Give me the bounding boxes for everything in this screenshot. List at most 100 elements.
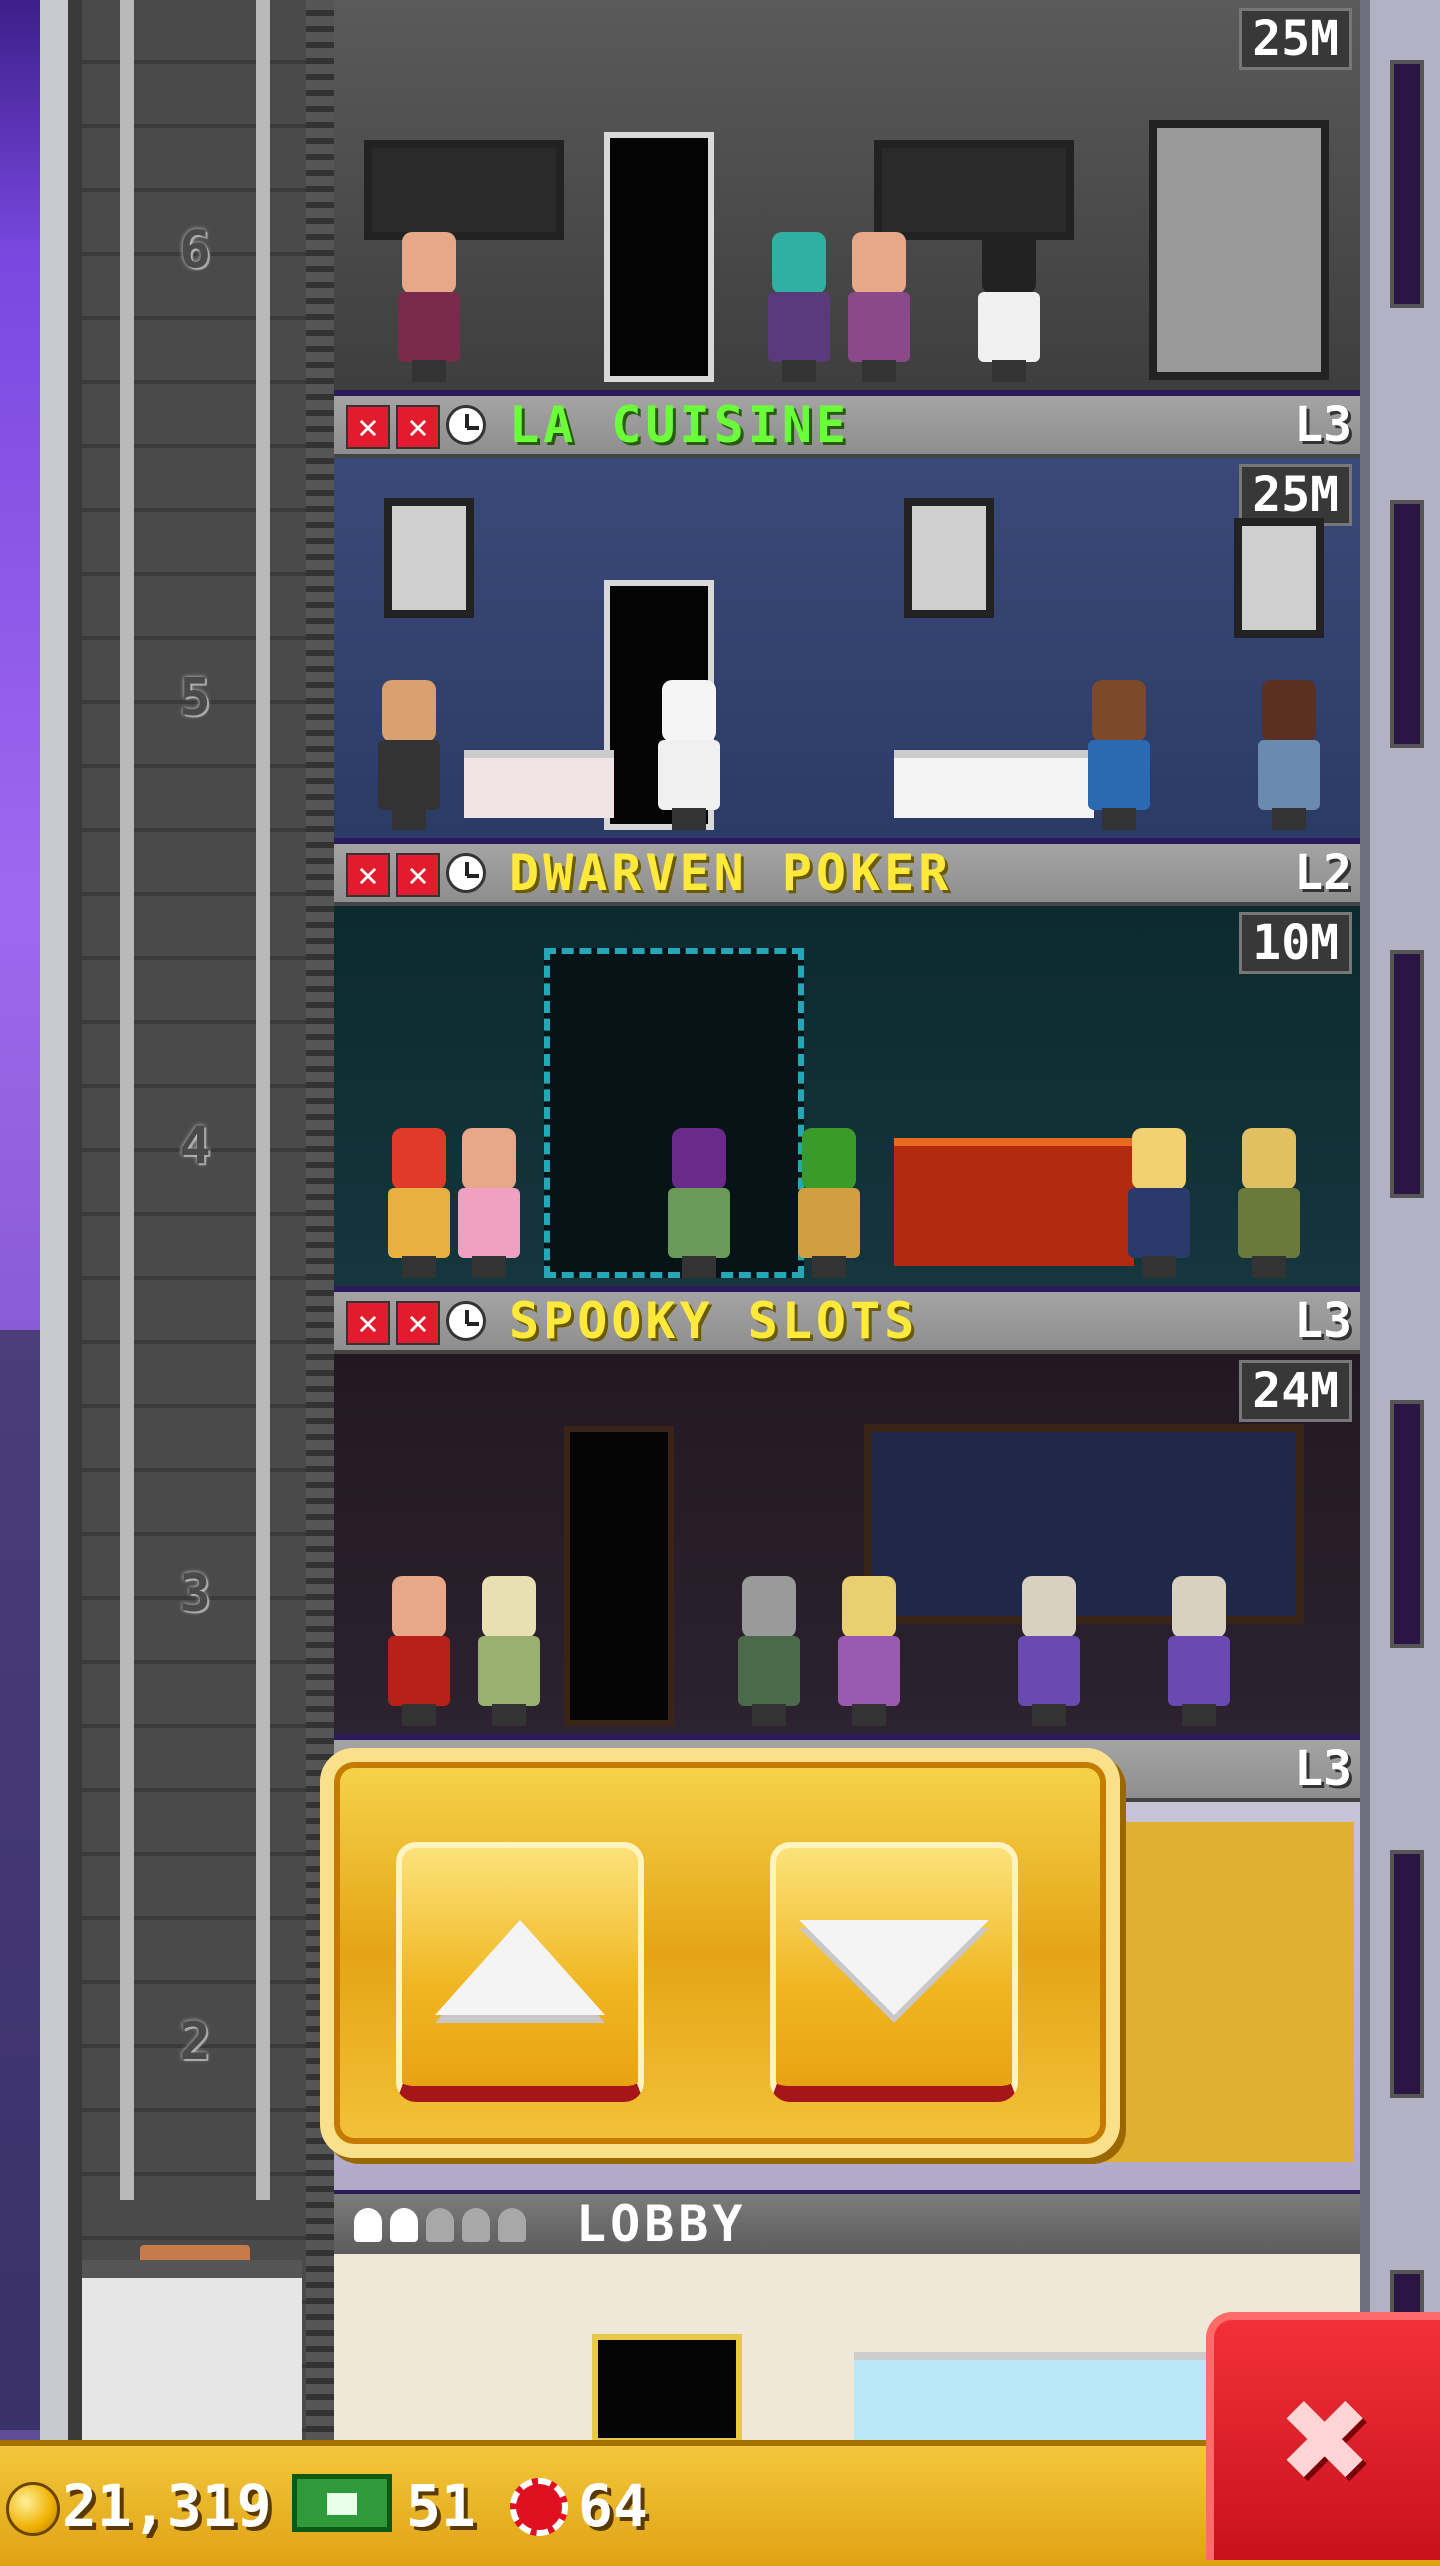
floor-number-2: 2 <box>179 2012 211 2072</box>
room-shelf <box>874 140 1074 240</box>
arrow-down-icon <box>799 1919 989 2015</box>
stock-empty-icon: ✕ <box>346 853 390 897</box>
resident[interactable] <box>374 680 444 830</box>
lobby-mirror <box>592 2334 742 2444</box>
stage-curtain <box>1094 1822 1354 2162</box>
wall-painting <box>384 498 474 618</box>
tower-window <box>1390 60 1424 308</box>
floor-la-cuisine[interactable]: ✕ ✕ LA CUISINE L3 25M <box>334 396 1360 844</box>
room-shelf <box>364 140 564 240</box>
floor-name: SPOOKY SLOTS <box>509 1292 919 1350</box>
resident[interactable] <box>474 1576 544 1726</box>
person-icon <box>426 2208 454 2242</box>
room-la-cuisine: 25M <box>334 458 1360 838</box>
dragon-hoard <box>894 1138 1134 1266</box>
tower-bux-icon <box>292 2474 392 2532</box>
floor-header: ✕ ✕ DWARVEN POKER L2 <box>334 844 1360 906</box>
resident[interactable] <box>794 1128 864 1278</box>
tower-window <box>1390 1850 1424 2098</box>
wall-painting <box>904 498 994 618</box>
floor-number-5: 5 <box>179 668 211 728</box>
floor-header: ✕ ✕ SPOOKY SLOTS L3 <box>334 1292 1360 1354</box>
person-icon <box>498 2208 526 2242</box>
elevator-cable-right <box>256 0 270 2200</box>
stock-empty-icon: ✕ <box>396 853 440 897</box>
dining-table <box>894 750 1094 818</box>
capacity-badge: 24M <box>1239 1360 1352 1422</box>
chips-count: 64 <box>578 2472 648 2540</box>
wall-painting <box>1234 518 1324 638</box>
lobby-title: LOBBY <box>576 2195 747 2253</box>
tower-window <box>1390 1400 1424 1648</box>
person-icon <box>354 2208 382 2242</box>
coins-count: 21,319 <box>62 2472 272 2540</box>
elevator-cable-left <box>120 0 134 2200</box>
floor-spooky-slots[interactable]: ✕ ✕ SPOOKY SLOTS L3 24M <box>334 1292 1360 1740</box>
capacity-badge: 25M <box>1239 464 1352 526</box>
tower-window <box>1390 950 1424 1198</box>
city-skyline <box>0 1330 40 2430</box>
bellhop[interactable] <box>384 1576 454 1726</box>
stock-empty-icon: ✕ <box>396 405 440 449</box>
capacity-badge: 25M <box>1239 8 1352 70</box>
tower-window <box>1390 500 1424 748</box>
floor-dwarven-poker[interactable]: ✕ ✕ DWARVEN POKER L2 10M <box>334 844 1360 1292</box>
room-cell-bars <box>1149 120 1329 380</box>
resident[interactable] <box>1254 680 1324 830</box>
resident[interactable] <box>394 232 464 382</box>
elevator-down-button[interactable] <box>770 1842 1018 2102</box>
coin-icon <box>6 2482 60 2536</box>
resident[interactable] <box>664 1128 734 1278</box>
floor-6-room: 25M <box>334 0 1360 390</box>
floor-name: DWARVEN POKER <box>509 844 953 902</box>
floor-name: LA CUISINE <box>509 396 851 454</box>
clock-icon <box>446 1301 486 1341</box>
elevator-inner-wall <box>82 0 314 2440</box>
close-icon: ✖ <box>1281 2353 1373 2527</box>
arrow-up-icon <box>435 1919 605 2015</box>
floor-number-4: 4 <box>179 1116 211 1176</box>
slot-machine[interactable] <box>1164 1576 1234 1726</box>
resident[interactable] <box>384 1128 454 1278</box>
elevator-control-pad <box>320 1748 1120 2158</box>
bux-count: 51 <box>406 2472 476 2540</box>
person-icon <box>390 2208 418 2242</box>
clock-icon <box>446 853 486 893</box>
resident[interactable] <box>844 232 914 382</box>
floor-6[interactable]: 25M <box>334 0 1360 396</box>
room-door <box>564 1426 674 1726</box>
slot-machine[interactable] <box>1014 1576 1084 1726</box>
resident[interactable] <box>764 232 834 382</box>
lobby-header[interactable]: LOBBY <box>334 2194 1360 2258</box>
zombie[interactable] <box>734 1576 804 1726</box>
resident[interactable] <box>1234 1128 1304 1278</box>
poker-chip-icon <box>510 2478 568 2536</box>
stock-empty-icon: ✕ <box>396 1301 440 1345</box>
stock-empty-icon: ✕ <box>346 1301 390 1345</box>
floor-level: L3 <box>1294 1741 1352 1797</box>
resident[interactable] <box>1124 1128 1194 1278</box>
floor-header: ✕ ✕ LA CUISINE L3 <box>334 396 1360 458</box>
elevator-car[interactable] <box>82 2260 302 2458</box>
lobby-occupancy <box>354 2208 526 2242</box>
floor-number-3: 3 <box>179 1564 211 1624</box>
capacity-badge: 10M <box>1239 912 1352 974</box>
close-button[interactable]: ✖ <box>1206 2312 1440 2560</box>
resident[interactable] <box>834 1576 904 1726</box>
floor-number-6: 6 <box>179 220 211 280</box>
room-door <box>604 132 714 382</box>
stock-empty-icon: ✕ <box>346 405 390 449</box>
resident[interactable] <box>454 1128 524 1278</box>
resident[interactable] <box>1084 680 1154 830</box>
chef[interactable] <box>654 680 724 830</box>
floor-level: L3 <box>1294 1293 1352 1349</box>
floor-level: L3 <box>1294 397 1352 453</box>
resident[interactable] <box>974 232 1044 382</box>
person-icon <box>462 2208 490 2242</box>
room-spooky-slots: 24M <box>334 1354 1360 1734</box>
floor-level: L2 <box>1294 845 1352 901</box>
elevator-up-button[interactable] <box>396 1842 644 2102</box>
room-dwarven-poker: 10M <box>334 906 1360 1286</box>
dining-table <box>464 750 614 818</box>
gothic-window <box>864 1424 1304 1624</box>
